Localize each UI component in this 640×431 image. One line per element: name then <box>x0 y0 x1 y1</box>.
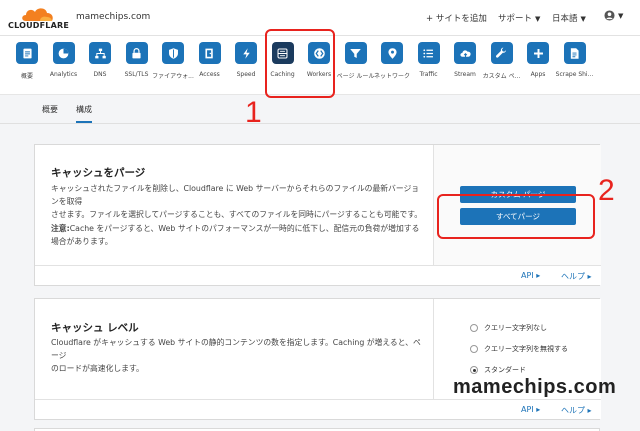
radio-ignore-query-string[interactable]: クエリー文字列を無視する <box>470 344 568 354</box>
radio-no-query-string[interactable]: クエリー文字列なし <box>470 323 547 333</box>
user-icon <box>604 10 615 21</box>
filter-icon <box>344 42 367 64</box>
chevron-right-icon: ▸ <box>536 271 541 280</box>
tab-overview[interactable]: 概要 <box>42 104 58 115</box>
plus-icon <box>527 42 549 64</box>
help-link[interactable]: ヘルプ ▸ <box>561 271 592 282</box>
language-menu[interactable]: 日本語 ▼ <box>552 12 586 24</box>
annotation-number-1: 1 <box>245 96 262 129</box>
logo-wordmark: CLOUDFLARE <box>8 21 69 30</box>
cloudflare-logo[interactable]: CLOUDFLARE <box>8 6 69 32</box>
purge-cache-title: キャッシュをパージ <box>51 167 146 179</box>
analytics-icon <box>52 42 75 64</box>
watermark: mamechips.com <box>453 376 617 398</box>
domain-name[interactable]: mamechips.com <box>76 12 150 22</box>
cloud-logo-icon <box>22 8 53 21</box>
cache-level-title: キャッシュ レベル <box>51 322 139 334</box>
nav-item-document[interactable]: Scrape Shi... <box>553 42 597 92</box>
tab-configuration[interactable]: 構成 <box>76 104 92 123</box>
add-site-link[interactable]: + サイトを追加 <box>426 12 487 24</box>
wrench-icon <box>490 42 513 64</box>
chevron-right-icon: ▸ <box>587 406 592 415</box>
annotation-number-2: 2 <box>598 174 615 207</box>
dns-icon <box>89 42 111 64</box>
overview-icon <box>16 42 38 64</box>
purge-card-footer: API ▸ ヘルプ ▸ <box>35 265 601 285</box>
api-link[interactable]: API ▸ <box>521 405 540 414</box>
radio-button[interactable] <box>470 345 478 353</box>
radio-button-selected[interactable] <box>470 366 478 374</box>
lock-icon <box>125 42 148 64</box>
cache-level-description: Cloudflare がキャッシュする Web サイトの静的コンテンツの数を指定… <box>51 338 421 373</box>
chevron-right-icon: ▸ <box>536 405 541 414</box>
chevron-down-icon: ▼ <box>580 15 586 23</box>
chevron-down-icon: ▼ <box>618 12 624 20</box>
firewall-icon <box>162 42 184 64</box>
location-icon <box>381 42 403 64</box>
cloud-upload-icon <box>454 42 476 64</box>
chevron-right-icon: ▸ <box>587 272 592 281</box>
lightning-icon <box>235 42 257 64</box>
cache-level-card: キャッシュ レベル Cloudflare がキャッシュする Web サイトの静的… <box>34 298 601 420</box>
api-link[interactable]: API ▸ <box>521 271 540 280</box>
annotation-box-purge-all <box>437 194 595 239</box>
radio-standard[interactable]: スタンダード <box>470 365 526 375</box>
access-icon <box>198 42 221 64</box>
radio-button[interactable] <box>470 324 478 332</box>
nav-item-label: Scrape Shi... <box>555 71 594 78</box>
account-menu[interactable]: ▼ <box>604 10 623 21</box>
subtab-bar: 概要 構成 <box>0 94 640 124</box>
support-menu[interactable]: サポート ▼ <box>498 12 540 24</box>
help-link[interactable]: ヘルプ ▸ <box>561 405 592 416</box>
purge-cache-description: キャッシュされたファイルを削除し、Cloudflare に Web サーバーから… <box>51 184 423 219</box>
list-icon <box>417 42 440 64</box>
chevron-down-icon: ▼ <box>535 15 541 23</box>
annotation-box-caching <box>265 29 335 98</box>
purge-cache-note: 注意:Cache をパージすると、Web サイトのパフォーマンスが一時的に低下し… <box>51 224 420 246</box>
level-card-footer: API ▸ ヘルプ ▸ <box>35 399 601 419</box>
plus-icon: + <box>426 14 436 24</box>
document-icon <box>563 42 586 64</box>
